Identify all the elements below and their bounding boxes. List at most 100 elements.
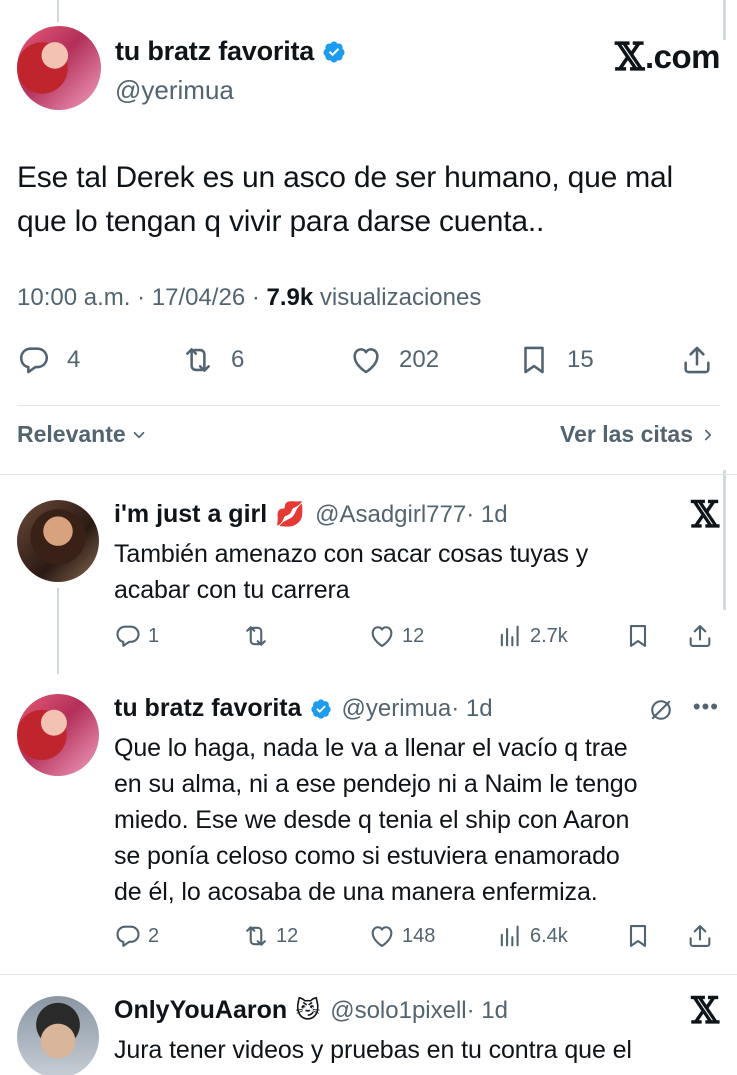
- display-name[interactable]: i'm just a girl: [114, 500, 267, 529]
- reply-text: Jura tener videos y pruebas en tu contra…: [114, 1032, 714, 1068]
- verified-badge-icon: [310, 698, 331, 719]
- reply-text-line: de él, lo acosaba de una manera enfermiz…: [114, 878, 598, 906]
- handle[interactable]: @solo1pixell: [330, 997, 466, 1025]
- share-icon: [689, 925, 711, 947]
- avatar[interactable]: [17, 26, 101, 110]
- handle[interactable]: @Asadgirl777: [315, 501, 466, 529]
- reply-icon: [116, 925, 140, 947]
- brand-suffix: .com: [644, 37, 721, 75]
- views-count: 7.9k: [266, 284, 314, 311]
- display-name[interactable]: tu bratz favorita: [114, 694, 302, 723]
- bookmark-button[interactable]: 15: [517, 343, 594, 377]
- reply-button[interactable]: 1: [114, 622, 159, 650]
- views-button[interactable]: 6.4k: [496, 922, 568, 950]
- retweet-icon: [186, 348, 210, 372]
- share-button[interactable]: [686, 622, 714, 650]
- avatar[interactable]: [17, 500, 99, 582]
- x-com-watermark: 𝕏 .com: [614, 34, 721, 79]
- reply-actions: 1 12 2.7k: [114, 622, 720, 652]
- x-logo-icon: 𝕏: [614, 34, 644, 79]
- views-count: 6.4k: [530, 924, 568, 947]
- reply-tweet[interactable]: OnlyYouAaron 😼 @solo1pixell · 1d 𝕏 Jura …: [0, 974, 737, 1075]
- reply-text-line: Jura tener videos y pruebas en tu contra…: [114, 1036, 632, 1064]
- handle[interactable]: @yerimua: [342, 695, 452, 723]
- avatar[interactable]: [17, 694, 99, 776]
- main-tweet-text: Ese tal Derek es un asco de ser humano, …: [17, 156, 717, 244]
- thread-line-top: [57, 0, 59, 22]
- reply-count: 2: [148, 924, 160, 947]
- bookmark-button[interactable]: [624, 622, 652, 650]
- tweet-meta: 10:00 a.m. · 17/04/26 · 7.9k visualizaci…: [17, 284, 481, 312]
- like-button[interactable]: 202: [349, 343, 439, 377]
- retweet-count: 12: [276, 924, 299, 947]
- retweet-count: 6: [231, 346, 245, 373]
- tweet-text-line: que lo tengan q vivir para darse cuenta.…: [17, 205, 545, 238]
- tweet-time[interactable]: 10:00 a.m.: [17, 284, 130, 311]
- heart-icon: [371, 926, 393, 947]
- analytics-icon: [500, 925, 519, 947]
- reply-text-line: Que lo haga, nada le va a llenar el vací…: [114, 734, 628, 762]
- share-icon: [684, 346, 710, 374]
- like-count: 12: [402, 624, 425, 647]
- x-logo-icon: 𝕏: [691, 990, 719, 1032]
- display-name[interactable]: tu bratz favorita: [115, 36, 314, 67]
- retweet-button[interactable]: [242, 622, 270, 650]
- share-button[interactable]: [686, 922, 714, 950]
- cat-emoji: 😼: [295, 997, 321, 1024]
- reply-text: Que lo haga, nada le va a llenar el vací…: [114, 730, 714, 910]
- retweet-icon: [246, 626, 266, 646]
- reply-author-row: OnlyYouAaron 😼 @solo1pixell · 1d: [114, 996, 508, 1025]
- reply-text-line: acabar con tu carrera: [114, 576, 350, 604]
- reply-text-line: en su alma, ni a ese pendejo ni a Naim l…: [114, 770, 638, 798]
- view-quotes-label: Ver las citas: [560, 421, 693, 447]
- x-logo-icon: 𝕏: [691, 494, 719, 536]
- chevron-right-icon: [704, 429, 712, 440]
- analytics-icon: [500, 625, 519, 647]
- verified-badge-icon: [323, 41, 345, 62]
- bookmark-icon: [629, 925, 647, 947]
- retweet-icon: [246, 926, 266, 946]
- reply-icon: [19, 347, 49, 374]
- reply-icon: [116, 625, 140, 647]
- display-name[interactable]: OnlyYouAaron: [114, 996, 287, 1025]
- views-label: visualizaciones: [319, 284, 482, 311]
- reply-button[interactable]: 2: [114, 922, 159, 950]
- like-count: 148: [402, 924, 436, 947]
- chevron-down-icon: [133, 431, 144, 438]
- divider: [17, 405, 720, 406]
- retweet-button[interactable]: 6: [181, 343, 244, 377]
- handle[interactable]: @yerimua: [115, 75, 234, 106]
- relevance-dropdown[interactable]: Relevante: [17, 421, 148, 448]
- reply-count: 4: [67, 346, 81, 373]
- meta-separator: ·: [137, 284, 146, 311]
- author-row: tu bratz favorita: [115, 36, 346, 67]
- retweet-button[interactable]: 12: [242, 922, 298, 950]
- reply-author-row: i'm just a girl 💋 @Asadgirl777 · 1d: [114, 500, 508, 529]
- reply-age: · 1d: [466, 501, 508, 528]
- like-button[interactable]: 12: [368, 622, 424, 650]
- views-button[interactable]: 2.7k: [496, 622, 568, 650]
- bookmark-button[interactable]: [624, 922, 652, 950]
- like-button[interactable]: 148: [368, 922, 435, 950]
- avatar[interactable]: [17, 996, 99, 1075]
- reply-tweet[interactable]: i'm just a girl 💋 @Asadgirl777 · 1d 𝕏 Ta…: [0, 474, 737, 674]
- more-options-icon[interactable]: •••: [693, 694, 719, 720]
- thread-connector: [57, 588, 59, 674]
- reply-text-line: También amenazo con sacar cosas tuyas y: [114, 540, 589, 568]
- tweet-text-line: Ese tal Derek es un asco de ser humano, …: [17, 161, 673, 194]
- share-button[interactable]: [680, 343, 714, 377]
- reply-button[interactable]: 4: [17, 343, 80, 377]
- view-quotes-link[interactable]: Ver las citas: [560, 421, 717, 448]
- tweet-date[interactable]: 17/04/26: [152, 284, 245, 311]
- meta-separator: ·: [251, 284, 260, 311]
- share-icon: [689, 625, 711, 647]
- reply-count: 1: [148, 624, 160, 647]
- grok-icon[interactable]: [647, 696, 675, 724]
- edge-line-top: [723, 0, 726, 40]
- relevance-label: Relevante: [17, 421, 126, 447]
- reply-tweet[interactable]: tu bratz favorita @yerimua · 1d ••• Que …: [0, 674, 737, 974]
- reply-text-line: se ponía celoso como si estuviera enamor…: [114, 842, 620, 870]
- reply-actions: 2 12 148 6.4k: [114, 922, 720, 952]
- kiss-emoji: 💋: [275, 501, 306, 528]
- reply-age: · 1d: [451, 695, 493, 722]
